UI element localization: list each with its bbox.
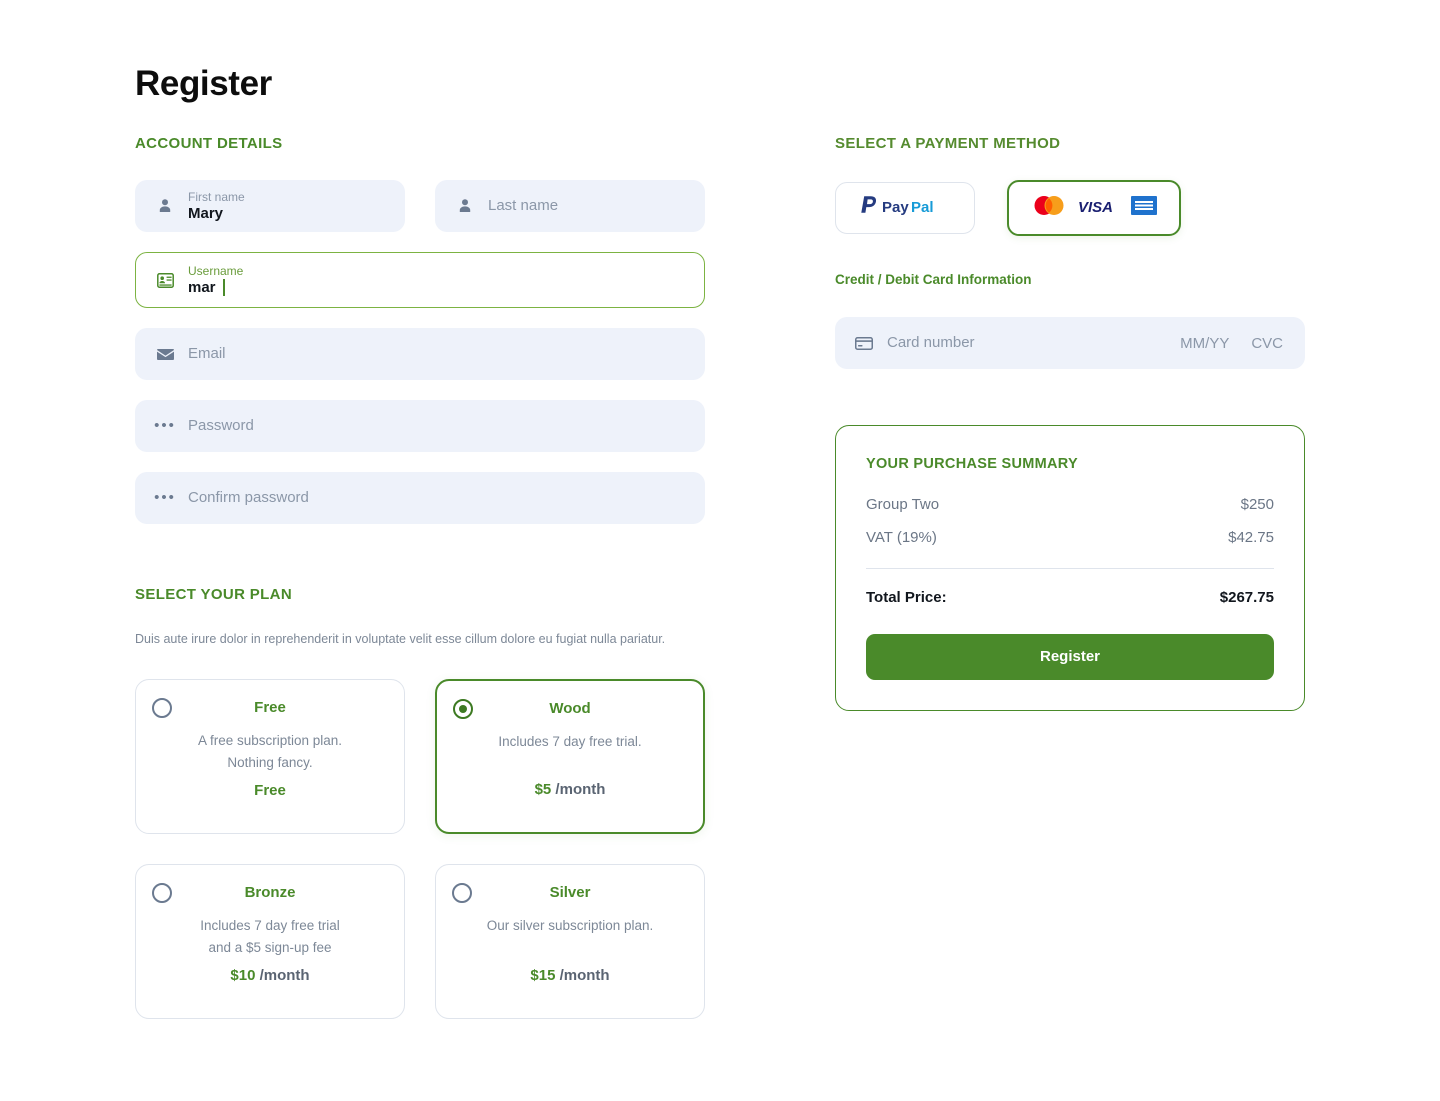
first-name-value: Mary bbox=[188, 204, 224, 222]
plan-detail-line2: and a $5 sign-up fee bbox=[208, 939, 332, 955]
password-field[interactable]: ••• Password bbox=[135, 400, 705, 452]
paypal-icon: Pay Pal bbox=[858, 193, 952, 224]
card-number-field[interactable]: Card number MM/YY CVC bbox=[835, 317, 1305, 369]
amex-icon bbox=[1131, 196, 1157, 220]
summary-line-value: $42.75 bbox=[1228, 529, 1274, 546]
plan-price-per: /month bbox=[551, 780, 606, 798]
plan-price: Free bbox=[254, 782, 286, 817]
text-cursor bbox=[222, 279, 225, 296]
contact-card-icon bbox=[154, 269, 176, 291]
summary-line-item: Group Two $250 bbox=[866, 496, 1274, 513]
person-icon bbox=[154, 195, 176, 217]
username-field[interactable]: Username mar bbox=[135, 252, 705, 308]
plan-detail-line1: Includes 7 day free trial bbox=[200, 917, 340, 933]
first-name-label: First name bbox=[188, 189, 245, 204]
username-value: mar bbox=[188, 278, 216, 296]
summary-line-value: $250 bbox=[1240, 496, 1274, 513]
name-row: First name Mary Last name bbox=[135, 180, 705, 252]
email-placeholder: Email bbox=[188, 345, 226, 362]
plan-detail-line1: A free subscription plan. bbox=[197, 732, 343, 748]
envelope-icon bbox=[154, 343, 176, 365]
plan-card-free[interactable]: Free A free subscription plan. Nothing f… bbox=[135, 678, 405, 834]
select-plan-heading: SELECT YOUR PLAN bbox=[135, 586, 293, 603]
mastercard-icon bbox=[1031, 194, 1067, 222]
confirm-password-placeholder: Confirm password bbox=[188, 489, 309, 506]
dots-icon: ••• bbox=[154, 417, 176, 434]
summary-total-row: Total Price: $267.75 bbox=[866, 589, 1274, 606]
svg-text:Pal: Pal bbox=[911, 199, 934, 216]
visa-icon: VISA bbox=[1078, 198, 1120, 219]
card-expiry-placeholder[interactable]: MM/YY bbox=[1180, 335, 1229, 352]
plan-card-wood[interactable]: Wood Includes 7 day free trial. $5 /mont… bbox=[435, 678, 705, 834]
card-brand-logos: VISA bbox=[1031, 194, 1157, 222]
plan-price-per: /month bbox=[555, 966, 610, 984]
password-placeholder: Password bbox=[188, 417, 254, 434]
email-field[interactable]: Email bbox=[135, 328, 705, 380]
first-name-body: First name Mary bbox=[188, 190, 386, 223]
purchase-summary-panel: YOUR PURCHASE SUMMARY Group Two $250 VAT… bbox=[835, 425, 1305, 711]
card-number-placeholder: Card number bbox=[887, 334, 975, 351]
plan-radio-bronze[interactable] bbox=[152, 882, 172, 903]
payment-option-paypal[interactable]: Pay Pal bbox=[835, 182, 975, 234]
summary-line-item: VAT (19%) $42.75 bbox=[866, 529, 1274, 546]
account-details-heading: ACCOUNT DETAILS bbox=[135, 135, 283, 152]
account-details-column: ACCOUNT DETAILS First name Mary Last nam… bbox=[135, 135, 705, 1019]
register-page: Register ACCOUNT DETAILS First name Mary… bbox=[0, 0, 1440, 1101]
plan-price-amount: Free bbox=[254, 781, 286, 799]
select-plan-description: Duis aute irure dolor in reprehenderit i… bbox=[135, 632, 666, 646]
username-label: Username bbox=[188, 263, 244, 278]
register-button[interactable]: Register bbox=[866, 634, 1274, 680]
plan-radio-free[interactable] bbox=[152, 697, 172, 718]
credit-card-icon bbox=[853, 332, 875, 354]
plan-price-amount: $5 bbox=[534, 780, 552, 798]
confirm-password-field[interactable]: ••• Confirm password bbox=[135, 472, 705, 524]
plan-price: $5 /month bbox=[535, 781, 606, 816]
summary-divider bbox=[866, 568, 1274, 569]
payment-method-heading: SELECT A PAYMENT METHOD bbox=[835, 135, 1061, 152]
card-information-label: Credit / Debit Card Information bbox=[835, 272, 1032, 287]
purchase-summary-title: YOUR PURCHASE SUMMARY bbox=[866, 456, 1078, 472]
plan-price-amount: $10 bbox=[230, 966, 256, 984]
last-name-field[interactable]: Last name bbox=[435, 180, 705, 232]
summary-line-label: Group Two bbox=[866, 496, 940, 513]
last-name-placeholder: Last name bbox=[488, 197, 559, 214]
svg-text:Pay: Pay bbox=[882, 199, 909, 216]
plan-grid: Free A free subscription plan. Nothing f… bbox=[135, 678, 705, 1019]
plan-name: Bronze bbox=[244, 883, 296, 901]
plan-detail-line1: Our silver subscription plan. bbox=[486, 917, 654, 933]
plan-price-per: /month bbox=[255, 966, 310, 984]
plan-name: Silver bbox=[549, 883, 591, 901]
plan-radio-silver[interactable] bbox=[452, 882, 472, 903]
card-cvc-placeholder[interactable]: CVC bbox=[1251, 335, 1283, 352]
payment-option-credit-card[interactable]: VISA bbox=[1007, 180, 1181, 236]
total-price-value: $267.75 bbox=[1219, 589, 1274, 606]
plan-name: Wood bbox=[549, 699, 591, 717]
plan-radio-wood[interactable] bbox=[453, 698, 473, 719]
plan-price-amount: $15 bbox=[530, 966, 556, 984]
plan-card-silver[interactable]: Silver Our silver subscription plan. $15… bbox=[435, 863, 705, 1019]
plan-name: Free bbox=[254, 698, 286, 716]
person-icon bbox=[454, 195, 476, 217]
plan-detail-line2: Nothing fancy. bbox=[227, 754, 313, 770]
username-body: Username mar bbox=[188, 264, 686, 297]
page-title: Register bbox=[135, 64, 272, 104]
username-value-wrap: mar bbox=[188, 279, 686, 297]
select-plan-section: SELECT YOUR PLAN Duis aute irure dolor i… bbox=[135, 586, 705, 1019]
payment-method-options: Pay Pal VISA bbox=[835, 180, 1305, 236]
summary-line-label: VAT (19%) bbox=[866, 529, 937, 546]
total-price-label: Total Price: bbox=[866, 589, 947, 606]
plan-detail-line1: Includes 7 day free trial. bbox=[498, 733, 642, 749]
dots-icon: ••• bbox=[154, 489, 176, 506]
svg-text:VISA: VISA bbox=[1078, 199, 1113, 214]
plan-card-bronze[interactable]: Bronze Includes 7 day free trial and a $… bbox=[135, 863, 405, 1019]
payment-column: SELECT A PAYMENT METHOD Pay Pal VISA Cre… bbox=[835, 135, 1305, 711]
plan-price: $15 /month bbox=[530, 967, 609, 1002]
plan-price: $10 /month bbox=[230, 967, 309, 1002]
first-name-field[interactable]: First name Mary bbox=[135, 180, 405, 232]
